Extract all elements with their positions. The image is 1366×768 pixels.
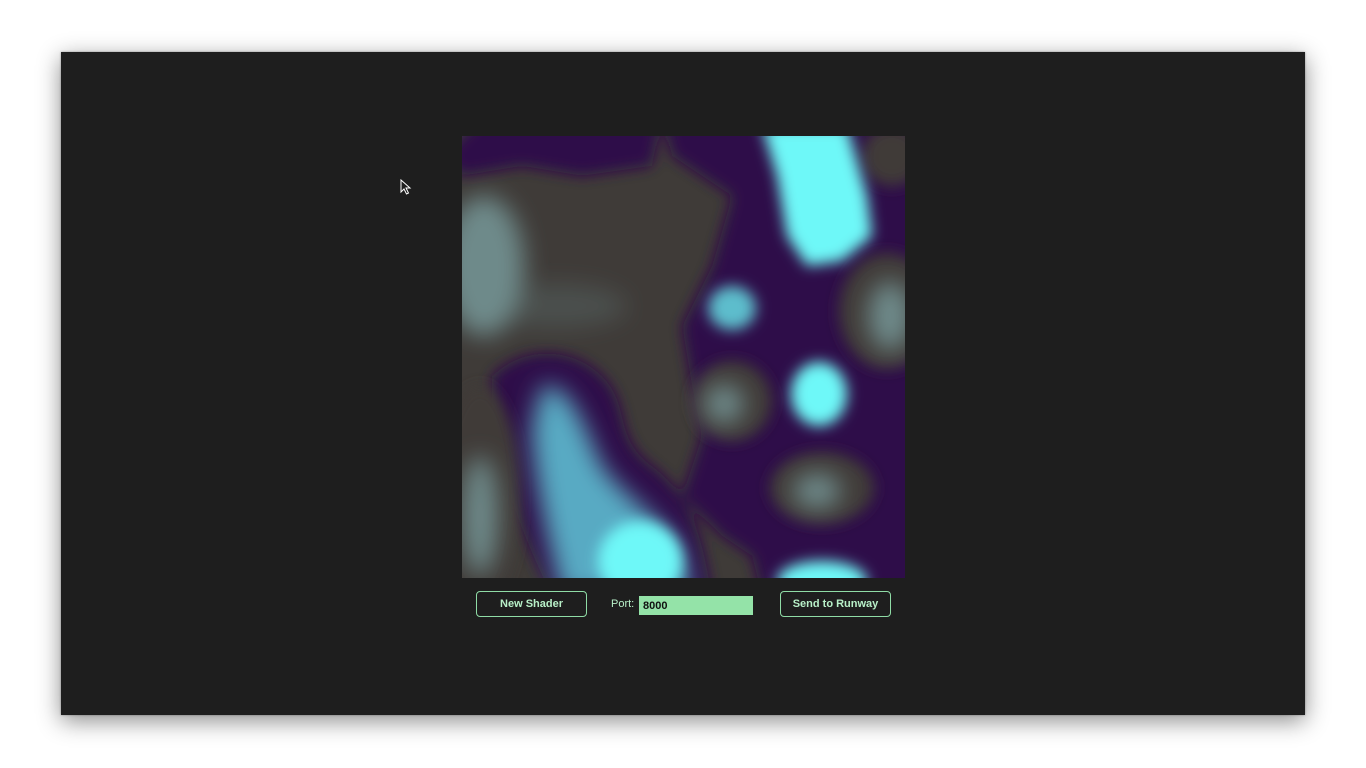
mouse-pointer-icon	[400, 179, 412, 195]
port-input[interactable]	[638, 595, 754, 616]
send-to-runway-button[interactable]: Send to Runway	[780, 591, 891, 617]
shader-render	[462, 136, 905, 578]
shader-canvas[interactable]	[462, 136, 905, 578]
app-window: New Shader Port: Send to Runway	[61, 52, 1305, 715]
new-shader-button[interactable]: New Shader	[476, 591, 587, 617]
control-bar: New Shader Port: Send to Runway	[476, 591, 891, 621]
port-label: Port:	[611, 598, 635, 610]
